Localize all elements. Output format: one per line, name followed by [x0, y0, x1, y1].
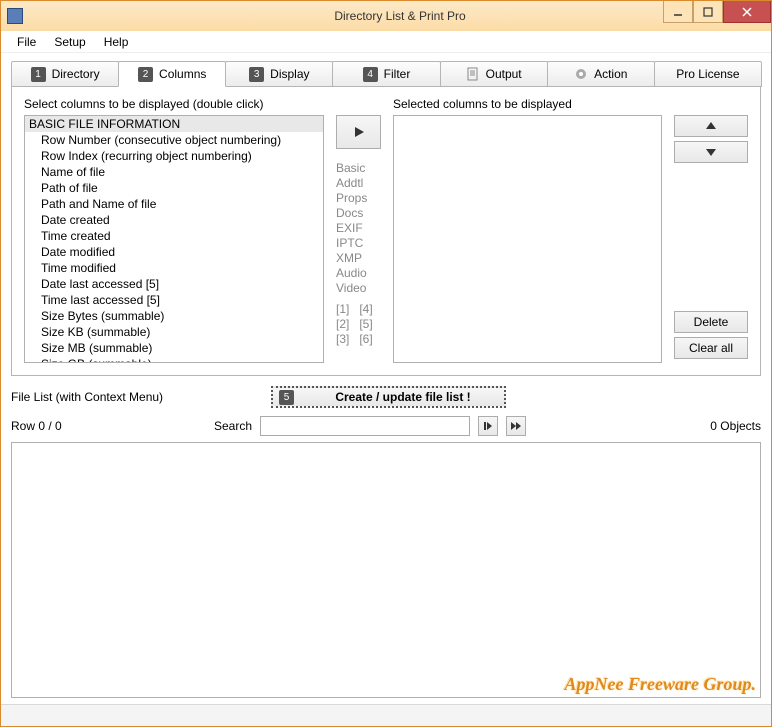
- list-item[interactable]: Date last accessed [5]: [25, 276, 323, 292]
- add-column-button[interactable]: [336, 115, 381, 149]
- search-input[interactable]: [260, 416, 470, 436]
- transfer-column: Basic Addtl Props Docs EXIF IPTC XMP Aud…: [336, 97, 381, 363]
- tab-pro-license[interactable]: Pro License: [654, 61, 762, 87]
- tab-action[interactable]: Action: [547, 61, 655, 87]
- window-title: Directory List & Print Pro: [29, 9, 771, 23]
- tabs: 1Directory 2Columns 3Display 4Filter Out…: [11, 61, 761, 87]
- maximize-button[interactable]: [693, 1, 723, 23]
- move-up-button[interactable]: [674, 115, 748, 137]
- group-labels: Basic Addtl Props Docs EXIF IPTC XMP Aud…: [336, 161, 381, 347]
- delete-button[interactable]: Delete: [674, 311, 748, 333]
- file-list-label: File List (with Context Menu): [11, 390, 261, 404]
- list-item[interactable]: Size KB (summable): [25, 324, 323, 340]
- close-button[interactable]: [723, 1, 771, 23]
- available-label: Select columns to be displayed (double c…: [24, 97, 324, 111]
- selected-columns-list[interactable]: [393, 115, 662, 363]
- list-item[interactable]: Size Bytes (summable): [25, 308, 323, 324]
- search-row: Row 0 / 0 Search 0 Objects: [11, 416, 761, 436]
- list-item[interactable]: Time created: [25, 228, 323, 244]
- list-header-basic: BASIC FILE INFORMATION: [25, 116, 323, 132]
- columns-panel: Select columns to be displayed (double c…: [11, 86, 761, 376]
- minimize-button[interactable]: [663, 1, 693, 23]
- objects-count: 0 Objects: [710, 419, 761, 433]
- tab-output[interactable]: Output: [440, 61, 548, 87]
- move-down-button[interactable]: [674, 141, 748, 163]
- statusbar: [1, 704, 771, 726]
- tab-columns[interactable]: 2Columns: [118, 61, 226, 87]
- list-item[interactable]: Time last accessed [5]: [25, 292, 323, 308]
- file-grid[interactable]: AppNee Freeware Group.: [11, 442, 761, 698]
- list-item[interactable]: Date created: [25, 212, 323, 228]
- app-icon: [7, 8, 23, 24]
- list-item[interactable]: Path and Name of file: [25, 196, 323, 212]
- file-list-row: File List (with Context Menu) 5 Create /…: [11, 386, 761, 408]
- watermark: AppNee Freeware Group.: [565, 674, 757, 695]
- list-item[interactable]: Date modified: [25, 244, 323, 260]
- list-item[interactable]: Size MB (summable): [25, 340, 323, 356]
- list-item[interactable]: Path of file: [25, 180, 323, 196]
- search-next-button[interactable]: [478, 416, 498, 436]
- menu-file[interactable]: File: [11, 33, 42, 51]
- search-label: Search: [214, 419, 252, 433]
- tab-display[interactable]: 3Display: [225, 61, 333, 87]
- list-item[interactable]: Size GB (summable): [25, 356, 323, 363]
- menubar: File Setup Help: [1, 31, 771, 53]
- content: 1Directory 2Columns 3Display 4Filter Out…: [1, 53, 771, 704]
- available-columns-list[interactable]: BASIC FILE INFORMATION Row Number (conse…: [24, 115, 324, 363]
- reorder-column: Delete Clear all: [674, 97, 748, 363]
- selected-label: Selected columns to be displayed: [393, 97, 662, 111]
- gear-icon: [574, 67, 588, 81]
- list-item[interactable]: Row Number (consecutive object numbering…: [25, 132, 323, 148]
- list-item[interactable]: Time modified: [25, 260, 323, 276]
- titlebar: Directory List & Print Pro: [1, 1, 771, 31]
- app-window: Directory List & Print Pro File Setup He…: [0, 0, 772, 727]
- list-item[interactable]: Name of file: [25, 164, 323, 180]
- menu-setup[interactable]: Setup: [48, 33, 91, 51]
- clear-all-button[interactable]: Clear all: [674, 337, 748, 359]
- list-item[interactable]: Row Index (recurring object numbering): [25, 148, 323, 164]
- tab-filter[interactable]: 4Filter: [332, 61, 440, 87]
- tab-directory[interactable]: 1Directory: [11, 61, 119, 87]
- menu-help[interactable]: Help: [98, 33, 135, 51]
- search-last-button[interactable]: [506, 416, 526, 436]
- page-icon: [466, 67, 480, 81]
- row-counter: Row 0 / 0: [11, 419, 206, 433]
- create-file-list-button[interactable]: 5 Create / update file list !: [271, 386, 506, 408]
